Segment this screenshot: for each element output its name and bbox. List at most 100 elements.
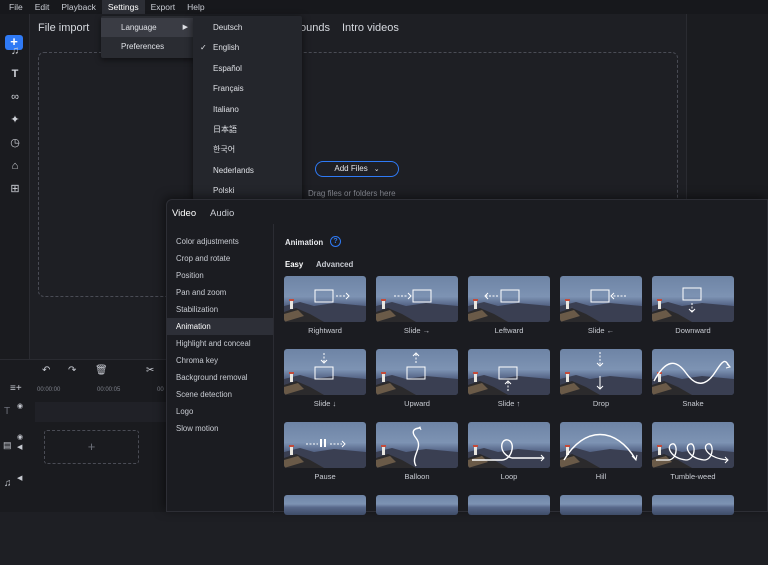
animation-card[interactable]: Drop xyxy=(560,349,642,419)
animation-card-label: Slide ↑ xyxy=(497,399,521,408)
tab-sounds[interactable]: ounds xyxy=(300,22,330,34)
video-track-icon: ▤ xyxy=(3,440,12,450)
scissors-icon[interactable]: ✂ xyxy=(146,365,154,376)
menu-help[interactable]: Help xyxy=(181,0,210,14)
sidebar-item[interactable]: Crop and rotate xyxy=(167,250,273,267)
language-item[interactable]: ✓ English xyxy=(193,38,302,58)
sidebar-item-animation[interactable]: Animation xyxy=(167,318,273,335)
animation-card-label: Slide ← xyxy=(587,326,615,335)
sidebar-item[interactable]: Position xyxy=(167,267,273,284)
animation-card[interactable] xyxy=(560,495,642,565)
tab-intro-videos[interactable]: Intro videos xyxy=(342,22,399,34)
ruler-tick: 00 xyxy=(157,387,164,393)
animation-card[interactable]: Downward xyxy=(652,276,734,346)
redo-icon[interactable]: ↷ xyxy=(68,365,76,376)
effects-icon[interactable]: ✦ xyxy=(8,113,22,127)
tab-advanced[interactable]: Advanced xyxy=(316,260,353,269)
animation-card[interactable] xyxy=(284,495,366,565)
sidebar-item[interactable]: Scene detection xyxy=(167,386,273,403)
eye-icon[interactable]: ◉ xyxy=(17,402,23,410)
text-track[interactable] xyxy=(35,402,170,422)
language-item[interactable]: Nederlands xyxy=(193,161,302,181)
animation-card[interactable]: Balloon xyxy=(376,422,458,492)
language-label: Nederlands xyxy=(213,166,254,175)
animation-card[interactable]: Slide → xyxy=(376,276,458,346)
animation-card[interactable]: Slide ↑ xyxy=(468,349,550,419)
sidebar-item[interactable]: Background removal xyxy=(167,369,273,386)
animation-card[interactable]: Hill xyxy=(560,422,642,492)
check-icon: ✓ xyxy=(200,43,207,52)
language-item[interactable]: 한국어 xyxy=(193,140,302,160)
speaker-icon[interactable]: ◀ xyxy=(17,443,22,451)
animation-card[interactable]: Tumble-weed xyxy=(652,422,734,492)
settings-menu: Language ▶ Preferences xyxy=(101,16,195,58)
more-tools-icon[interactable]: ⊞ xyxy=(8,182,22,196)
sidebar-item[interactable]: Stabilization xyxy=(167,301,273,318)
tab-audio[interactable]: Audio xyxy=(210,208,234,219)
animation-card-label: Slide ↓ xyxy=(313,399,337,408)
preferences-label: Preferences xyxy=(121,42,165,51)
speaker-icon[interactable]: ◀ xyxy=(17,474,22,482)
animation-card[interactable]: Leftward xyxy=(468,276,550,346)
animation-card[interactable]: Snake xyxy=(652,349,734,419)
language-item[interactable]: Polski xyxy=(193,181,302,201)
animation-card[interactable]: Slide ← xyxy=(560,276,642,346)
animation-card-label: Tumble-weed xyxy=(670,472,716,481)
animation-card[interactable]: Slide ↓ xyxy=(284,349,366,419)
add-track-icon[interactable]: ≡+ xyxy=(10,383,22,394)
video-track-drop[interactable]: + xyxy=(44,430,139,464)
animation-card-label: Loop xyxy=(500,472,518,481)
sidebar-item[interactable]: Highlight and conceal xyxy=(167,335,273,352)
menu-item-language[interactable]: Language ▶ xyxy=(101,18,195,37)
stickers-icon[interactable]: ⌂ xyxy=(8,159,22,173)
animation-thumbnail xyxy=(376,276,458,322)
sidebar-item[interactable]: Color adjustments xyxy=(167,233,273,250)
sidebar-item[interactable]: Slow motion xyxy=(167,420,273,437)
menu-file[interactable]: File xyxy=(3,0,29,14)
clip-properties-panel: Video Audio Color adjustments Crop and r… xyxy=(166,199,768,515)
language-item[interactable]: Deutsch xyxy=(193,18,302,38)
language-label: Language xyxy=(121,23,157,32)
animation-thumbnail xyxy=(284,422,366,468)
titles-icon[interactable]: T xyxy=(8,67,22,81)
animation-thumbnail xyxy=(468,422,550,468)
animation-card[interactable] xyxy=(652,495,734,565)
music-icon[interactable]: ♫ xyxy=(8,44,22,58)
animation-thumbnail xyxy=(376,495,458,515)
tab-file-import[interactable]: File import xyxy=(38,22,89,34)
language-label: English xyxy=(213,43,240,52)
animation-card-label: Drop xyxy=(592,399,610,408)
sidebar-item[interactable]: Chroma key xyxy=(167,352,273,369)
animation-card[interactable]: Upward xyxy=(376,349,458,419)
tab-easy[interactable]: Easy xyxy=(285,260,303,269)
help-icon[interactable]: ? xyxy=(330,236,341,247)
animation-card[interactable]: Loop xyxy=(468,422,550,492)
animation-card[interactable] xyxy=(468,495,550,565)
animation-card[interactable]: Pause xyxy=(284,422,366,492)
animation-thumbnail xyxy=(468,276,550,322)
add-files-button[interactable]: Add Files ⌄ xyxy=(315,161,399,177)
menu-playback[interactable]: Playback xyxy=(55,0,102,14)
menu-export[interactable]: Export xyxy=(145,0,182,14)
animation-card[interactable] xyxy=(376,495,458,565)
menu-bar: File Edit Playback Settings Export Help xyxy=(0,0,768,14)
undo-icon[interactable]: ↶ xyxy=(42,365,50,376)
eye-icon[interactable]: ◉ xyxy=(17,433,23,441)
animation-title: Animation xyxy=(285,238,324,247)
transitions-icon[interactable]: ∞ xyxy=(8,90,22,104)
language-item[interactable]: Español xyxy=(193,59,302,79)
menu-edit[interactable]: Edit xyxy=(29,0,56,14)
clock-icon[interactable]: ◷ xyxy=(8,136,22,150)
tab-video[interactable]: Video xyxy=(172,208,196,219)
menu-item-preferences[interactable]: Preferences xyxy=(101,37,195,56)
trash-icon[interactable]: 🗑 xyxy=(95,365,108,376)
animation-thumbnail xyxy=(652,349,734,395)
animation-card[interactable]: Rightward xyxy=(284,276,366,346)
animation-thumbnail xyxy=(652,495,734,515)
sidebar-item[interactable]: Pan and zoom xyxy=(167,284,273,301)
language-item[interactable]: Italiano xyxy=(193,100,302,120)
language-item[interactable]: 日本語 xyxy=(193,120,302,140)
sidebar-item[interactable]: Logo xyxy=(167,403,273,420)
language-item[interactable]: Français xyxy=(193,79,302,99)
menu-settings[interactable]: Settings xyxy=(101,0,145,14)
